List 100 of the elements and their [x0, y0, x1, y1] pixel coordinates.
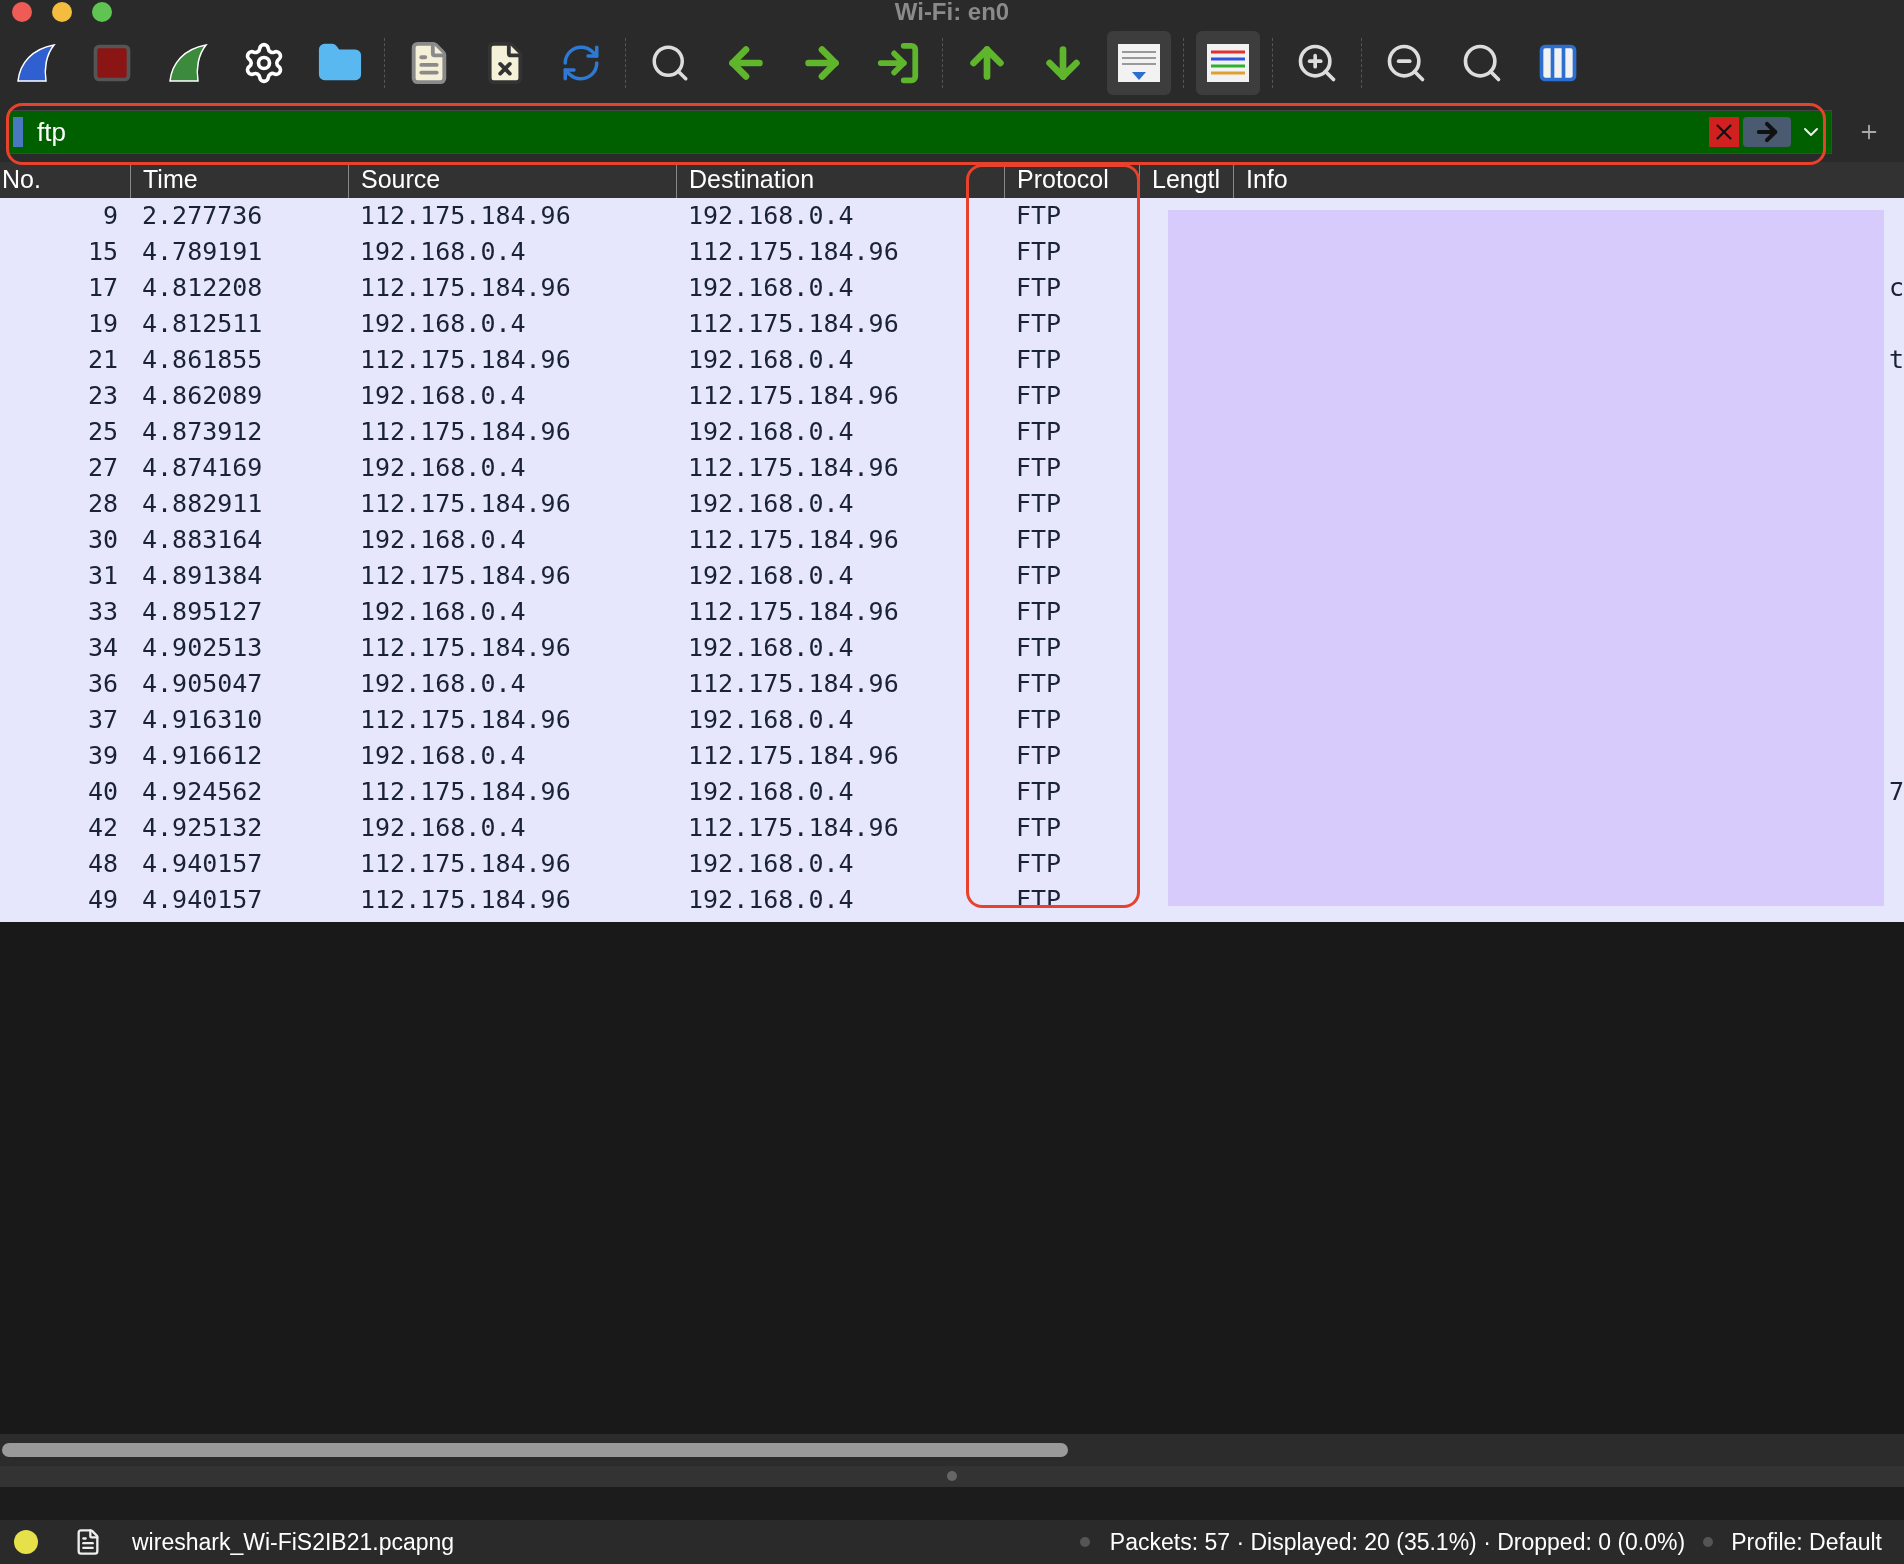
table-cell-text: 25 [86, 416, 119, 449]
table-cell-text: 23 [86, 380, 119, 413]
table-cell-text: 48 [86, 848, 119, 881]
table-cell-text: 192.168.0.4 [687, 848, 855, 881]
table-cell-text: 4.812208 [141, 272, 264, 305]
table-cell-text: 49 [86, 884, 119, 917]
table-cell-text: 4.861855 [141, 344, 264, 377]
table-cell-text: FTP [1015, 452, 1063, 485]
table-cell-text: FTP [1015, 344, 1063, 377]
table-cell-text: 192.168.0.4 [687, 488, 855, 521]
table-cell-text: 112.175.184.96 [359, 200, 572, 233]
table-cell-text: t [1888, 344, 1904, 377]
table-cell-text: 9 [101, 200, 119, 233]
table-cell-text: 4.874169 [141, 452, 264, 485]
table-cell-text: 192.168.0.4 [359, 740, 527, 773]
table-cell-text: 4.905047 [141, 668, 264, 701]
bookmark-icon [13, 117, 23, 147]
profile-label: Profile: Default [1731, 1527, 1882, 1557]
column-header[interactable]: No. [0, 162, 130, 198]
table-cell-text: 4.902513 [141, 632, 264, 665]
table-cell-text: 112.175.184.96 [359, 344, 572, 377]
table-cell-text: 2.277736 [141, 200, 264, 233]
table-cell-text: 4.940157 [141, 884, 264, 917]
table-cell-text: 4.873912 [141, 416, 264, 449]
table-cell-text: 192.168.0.4 [687, 416, 855, 449]
table-cell-text: 112.175.184.96 [687, 812, 900, 845]
table-cell-text: 192.168.0.4 [687, 632, 855, 665]
table-cell-text: 4.925132 [141, 812, 264, 845]
toolbar-button[interactable] [1196, 31, 1260, 95]
table-cell-text: 15 [86, 236, 119, 269]
table-cell-text: FTP [1015, 848, 1063, 881]
table-cell-text: 192.168.0.4 [359, 452, 527, 485]
go-to-icon [875, 40, 921, 86]
table-cell-text: 4.862089 [141, 380, 264, 413]
table-cell-text: 112.175.184.96 [687, 668, 900, 701]
table-cell-text: 112.175.184.96 [359, 560, 572, 593]
status-indicator-icon [14, 1530, 38, 1554]
table-cell-text: 192.168.0.4 [359, 308, 527, 341]
table-cell-text: 112.175.184.96 [687, 308, 900, 341]
table-cell-text: 42 [86, 812, 119, 845]
table-cell-text: 192.168.0.4 [687, 272, 855, 305]
minimize-window-button[interactable] [52, 2, 72, 22]
table-cell-text: 112.175.184.96 [359, 488, 572, 521]
capture-file-name: wireshark_Wi-FiS2IB21.pcapng [132, 1527, 455, 1557]
close-window-button[interactable] [12, 2, 32, 22]
toolbar-button[interactable] [1107, 31, 1171, 95]
table-cell-text: FTP [1015, 596, 1063, 629]
table-cell-text: 112.175.184.96 [687, 740, 900, 773]
table-cell-text: 19 [86, 308, 119, 341]
zoom-window-button[interactable] [92, 2, 112, 22]
apply-filter-button[interactable] [1743, 117, 1791, 147]
table-cell-text: FTP [1015, 524, 1063, 557]
table-cell-text: FTP [1015, 668, 1063, 701]
table-cell-text: 192.168.0.4 [359, 524, 527, 557]
table-cell-text: 112.175.184.96 [359, 416, 572, 449]
table-cell-text: 192.168.0.4 [687, 560, 855, 593]
table-cell-text: 192.168.0.4 [359, 596, 527, 629]
table-cell-text: FTP [1015, 776, 1063, 809]
table-cell-text: 112.175.184.96 [687, 236, 900, 269]
table-cell-text: 21 [86, 344, 119, 377]
table-cell-text: 17 [86, 272, 119, 305]
table-cell-text: 4.812511 [141, 308, 264, 341]
table-cell-text: 192.168.0.4 [687, 776, 855, 809]
table-cell-text: 192.168.0.4 [359, 380, 527, 413]
table-cell-text: 37 [86, 704, 119, 737]
table-cell-text: 4.895127 [141, 596, 264, 629]
table-cell-text: 4.891384 [141, 560, 264, 593]
table-cell-text: 112.175.184.96 [687, 380, 900, 413]
packet-statistics: Packets: 57 · Displayed: 20 (35.1%) · Dropped: 0 (0.0%) [1109, 1527, 1686, 1557]
table-cell-text: 112.175.184.96 [687, 524, 900, 557]
clear-filter-button[interactable] [1709, 117, 1739, 147]
table-cell-text: FTP [1015, 632, 1063, 665]
window-title: Wi-Fi: en0 [894, 0, 1010, 24]
table-cell-text: 112.175.184.96 [359, 884, 572, 917]
table-cell-text: 192.168.0.4 [359, 812, 527, 845]
table-cell-text: FTP [1015, 200, 1063, 233]
table-cell-text: 192.168.0.4 [687, 704, 855, 737]
table-cell-text: 31 [86, 560, 119, 593]
table-cell-text: 112.175.184.96 [359, 272, 572, 305]
table-cell-text: 4.940157 [141, 848, 264, 881]
table-cell-text: FTP [1015, 236, 1063, 269]
table-cell-text: 7 [1888, 776, 1904, 809]
display-filter-field[interactable]: ftp [8, 110, 1832, 154]
table-cell-text: 4.789191 [141, 236, 264, 269]
table-cell-text: 4.882911 [141, 488, 264, 521]
table-cell-text: 4.916310 [141, 704, 264, 737]
splitter-handle[interactable] [947, 1471, 957, 1481]
table-cell-text: 27 [86, 452, 119, 485]
scrollbar-thumb[interactable] [2, 1443, 1068, 1457]
table-cell-text: 112.175.184.96 [359, 704, 572, 737]
table-cell-text: 192.168.0.4 [359, 668, 527, 701]
table-cell-text: 192.168.0.4 [687, 200, 855, 233]
table-cell-text: FTP [1015, 380, 1063, 413]
table-cell-text: 112.175.184.96 [687, 452, 900, 485]
table-cell-text: FTP [1015, 740, 1063, 773]
table-cell-text: FTP [1015, 704, 1063, 737]
table-cell-text: 39 [86, 740, 119, 773]
table-cell-text: 34 [86, 632, 119, 665]
table-cell-text: 192.168.0.4 [359, 236, 527, 269]
table-cell-text: 36 [86, 668, 119, 701]
